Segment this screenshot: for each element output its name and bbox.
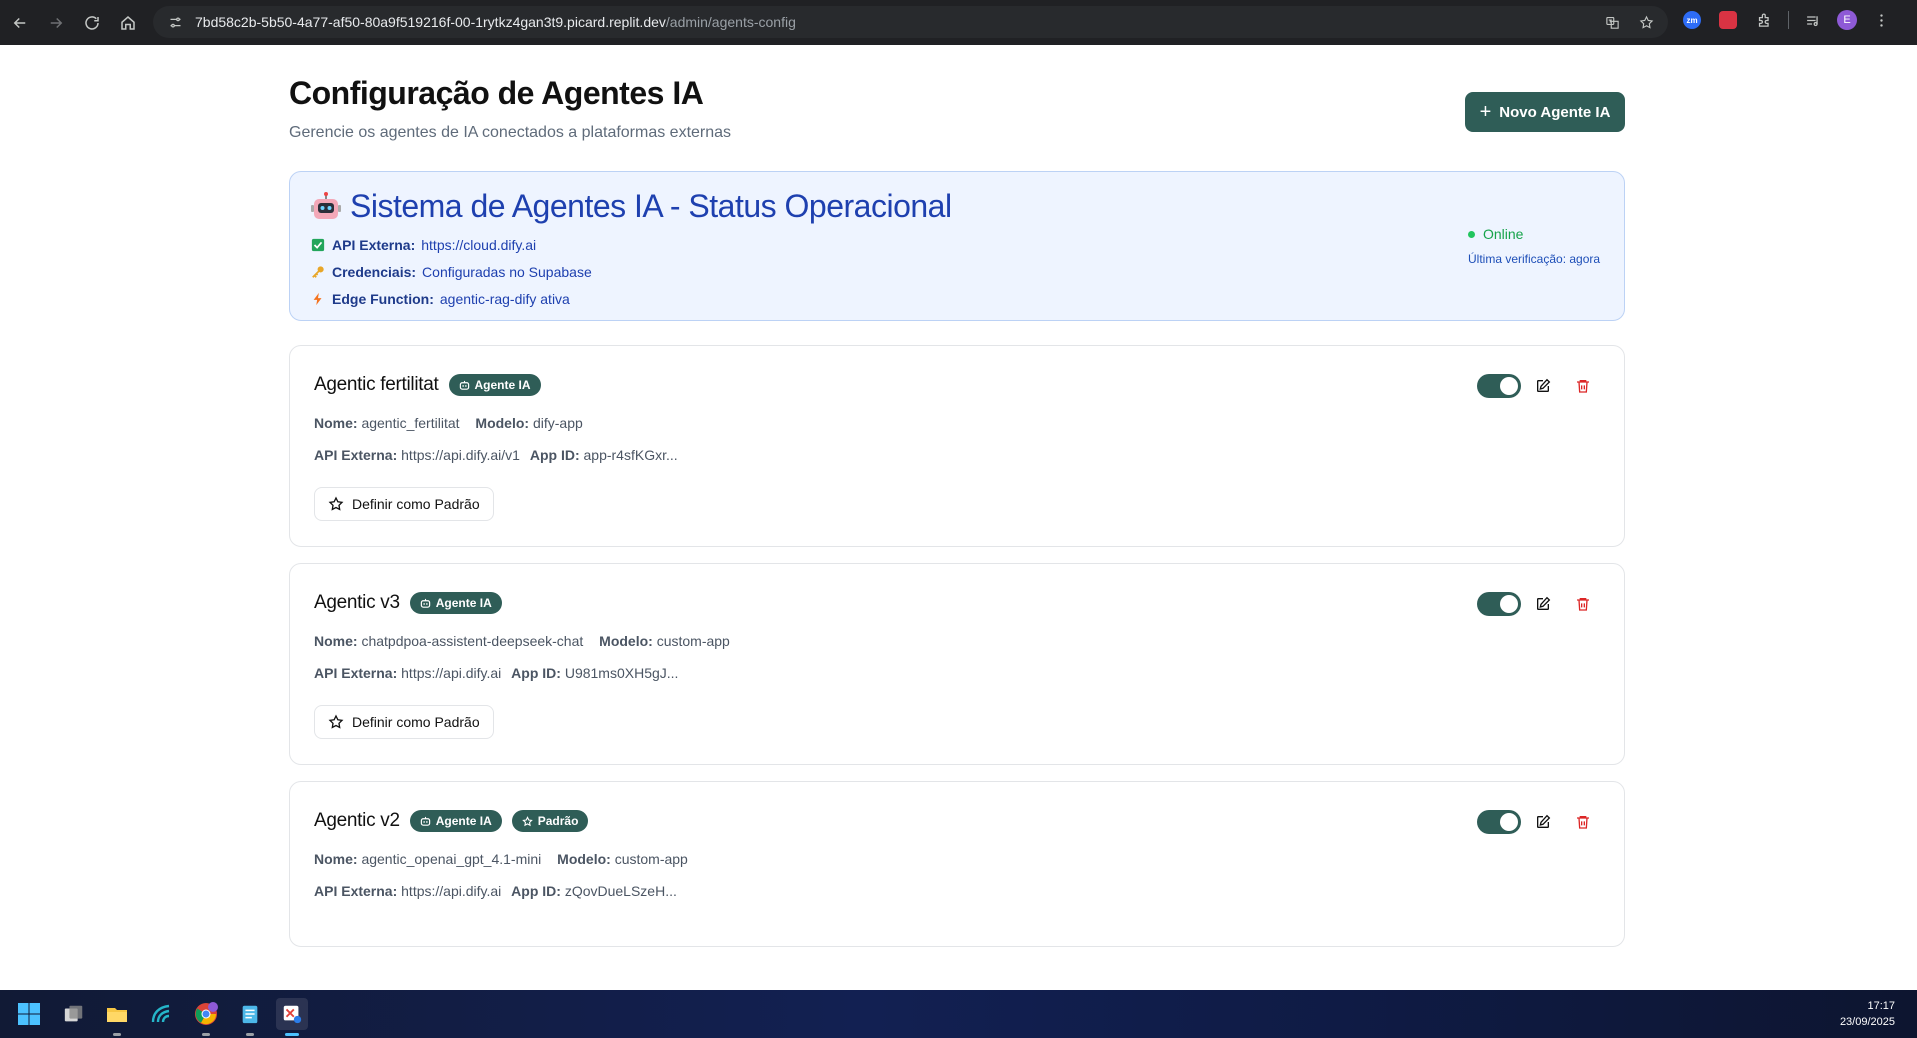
status-panel-title: Sistema de Agentes IA - Status Operacion… [310, 188, 952, 225]
last-check-text: Última verificação: agora [1468, 252, 1601, 266]
agent-name: Agentic fertilitat [314, 374, 439, 395]
agent-ia-badge: Agente IA [409, 592, 502, 614]
default-badge: Padrão [511, 810, 589, 832]
site-settings-icon[interactable] [163, 10, 187, 34]
status-credentials-line: Credenciais: Configuradas no Supabase [310, 258, 592, 285]
agent-name: Agentic v2 [314, 810, 400, 831]
delete-icon[interactable] [1574, 813, 1592, 831]
agent-api-line: API Externa: https://api.dify.ai App ID:… [314, 665, 679, 681]
online-status: Online [1468, 226, 1523, 242]
back-button[interactable] [2, 5, 38, 41]
agent-api-line: API Externa: https://api.dify.ai App ID:… [314, 883, 677, 899]
red-extension-icon[interactable] [1716, 8, 1740, 32]
new-agent-button[interactable]: + Novo Agente IA [1465, 92, 1625, 132]
browser-toolbar: 7bd58c2b-5b50-4a77-af50-80a9f519216f-00-… [0, 0, 1917, 45]
key-icon [310, 264, 326, 280]
snipping-tool-icon[interactable] [276, 998, 308, 1036]
check-square-icon [310, 237, 326, 253]
set-default-button[interactable]: Definir como Padrão [314, 487, 494, 521]
windows-taskbar: 17:17 23/09/2025 [0, 990, 1917, 1038]
browser-menu-icon[interactable] [1869, 8, 1893, 32]
edit-icon[interactable] [1534, 813, 1552, 831]
agent-name-model-line: Nome: chatpdpoa-assistent-deepseek-chat … [314, 633, 730, 649]
chrome-icon[interactable] [190, 998, 222, 1036]
bookmark-star-icon[interactable] [1634, 10, 1658, 34]
set-default-button[interactable]: Definir como Padrão [314, 705, 494, 739]
online-dot-icon [1468, 230, 1475, 238]
agent-card: Agentic v2 Agente IA Padrão Nome: agenti… [289, 781, 1625, 947]
agent-ia-badge: Agente IA [409, 810, 502, 832]
star-icon [328, 496, 344, 511]
profile-avatar[interactable]: E [1837, 10, 1857, 30]
url-text: 7bd58c2b-5b50-4a77-af50-80a9f519216f-00-… [195, 14, 796, 30]
app-wave-icon[interactable] [145, 998, 177, 1030]
agent-name-model-line: Nome: agentic_openai_gpt_4.1-mini Modelo… [314, 851, 688, 867]
media-control-icon[interactable] [1801, 8, 1825, 32]
agent-enabled-toggle[interactable] [1477, 374, 1521, 398]
page-title: Configuração de Agentes IA [289, 75, 704, 111]
taskbar-clock[interactable]: 17:17 23/09/2025 [1840, 998, 1895, 1030]
edit-icon[interactable] [1534, 377, 1552, 395]
agent-ia-badge: Agente IA [448, 374, 541, 396]
task-view-icon[interactable] [58, 998, 90, 1030]
toolbar-separator [1788, 11, 1789, 29]
translate-icon[interactable] [1600, 10, 1624, 34]
delete-icon[interactable] [1574, 377, 1592, 395]
robot-icon [311, 191, 341, 219]
star-icon [521, 815, 533, 826]
agent-name: Agentic v3 [314, 592, 400, 613]
robot-mini-icon [420, 816, 430, 826]
zoom-extension-icon[interactable]: zm [1680, 8, 1704, 32]
page-subtitle: Gerencie os agentes de IA conectados a p… [289, 124, 732, 141]
agent-name-model-line: Nome: agentic_fertilitat Modelo: dify-ap… [314, 415, 583, 431]
agent-enabled-toggle[interactable] [1477, 810, 1521, 834]
robot-mini-icon [459, 380, 469, 390]
robot-mini-icon [420, 598, 430, 608]
address-bar[interactable]: 7bd58c2b-5b50-4a77-af50-80a9f519216f-00-… [153, 6, 1668, 38]
home-button[interactable] [110, 5, 146, 41]
delete-icon[interactable] [1574, 595, 1592, 613]
plus-icon: + [1479, 101, 1492, 123]
forward-button[interactable] [38, 5, 74, 41]
agent-card: Agentic v3 Agente IA Nome: chatpdpoa-ass… [289, 563, 1625, 765]
notepad-icon[interactable] [234, 998, 266, 1036]
edit-icon[interactable] [1534, 595, 1552, 613]
file-explorer-icon[interactable] [101, 998, 133, 1036]
windows-start-icon[interactable] [13, 998, 45, 1030]
agent-api-line: API Externa: https://api.dify.ai/v1 App … [314, 447, 678, 463]
agent-enabled-toggle[interactable] [1477, 592, 1521, 616]
extensions-puzzle-icon[interactable] [1752, 8, 1776, 32]
system-status-panel: Sistema de Agentes IA - Status Operacion… [289, 171, 1625, 321]
star-icon [328, 714, 344, 729]
status-edge-function-line: Edge Function: agentic-rag-dify ativa [310, 285, 592, 312]
status-api-line: API Externa: https://cloud.dify.ai [310, 231, 592, 258]
agent-card: Agentic fertilitat Agente IA Nome: agent… [289, 345, 1625, 547]
reload-button[interactable] [74, 5, 110, 41]
lightning-icon [310, 291, 326, 307]
